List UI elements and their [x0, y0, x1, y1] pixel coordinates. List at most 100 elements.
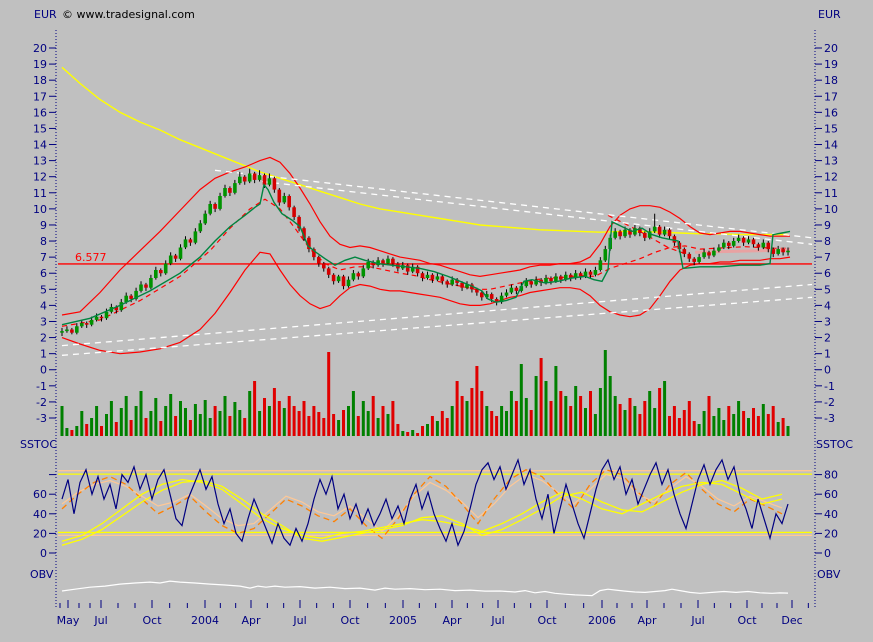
- candle-body: [233, 183, 237, 193]
- volume-bar: [529, 410, 533, 436]
- candle-body: [208, 204, 212, 214]
- candle-body: [386, 258, 390, 264]
- price-tick-label-right: -1: [824, 380, 835, 393]
- volume-bar: [337, 420, 341, 436]
- volume-bar: [554, 366, 558, 436]
- volume-bar: [490, 411, 494, 436]
- volume-bar: [648, 391, 652, 436]
- candle-body: [336, 276, 341, 282]
- candle-body: [356, 273, 361, 277]
- volume-bar: [188, 420, 192, 436]
- volume-bar: [653, 408, 657, 436]
- volume-bar: [356, 416, 360, 436]
- volume-bar: [174, 416, 178, 436]
- candle-body: [756, 244, 761, 248]
- volume-bar: [376, 418, 380, 436]
- price-tick-label-left: 12: [33, 171, 47, 184]
- white-trendline: [61, 296, 813, 356]
- price-tick-label-right: 7: [824, 251, 831, 264]
- volume-bar: [692, 421, 696, 436]
- sstoc-tick-label-right: 80: [824, 469, 838, 482]
- candle-body: [460, 282, 464, 288]
- volume-bar: [386, 414, 390, 436]
- candle-body: [139, 284, 143, 291]
- price-tick-label-right: 15: [824, 122, 838, 135]
- price-tick-label-right: 8: [824, 235, 831, 248]
- x-axis-label: Oct: [737, 614, 757, 627]
- candle-body: [504, 292, 509, 296]
- candle-body: [257, 175, 262, 180]
- candle-body: [326, 268, 331, 275]
- price-tick-label-left: -3: [36, 412, 47, 425]
- volume-bar: [430, 416, 434, 436]
- candle-body: [667, 229, 672, 237]
- price-tick-label-left: 6: [40, 267, 47, 280]
- volume-bar: [445, 418, 449, 436]
- volume-bar: [347, 406, 350, 436]
- price-tick-label-right: 9: [824, 219, 831, 232]
- volume-bar: [184, 408, 187, 436]
- volume-bar: [396, 424, 400, 436]
- volume-bar: [603, 350, 607, 436]
- candle-body: [741, 237, 746, 243]
- price-tick-label-right: 2: [824, 332, 831, 345]
- volume-bar: [672, 406, 676, 436]
- volume-bar: [322, 418, 326, 436]
- candle-body: [144, 284, 148, 288]
- yellow-ma-line: [61, 66, 788, 236]
- candle-body: [707, 252, 711, 256]
- volume-bar: [786, 426, 790, 436]
- candle-body: [776, 249, 780, 254]
- volume-bar: [327, 352, 331, 436]
- candle-body: [198, 223, 203, 232]
- volume-bar: [426, 424, 429, 436]
- volume-bar: [139, 391, 143, 436]
- candle-body: [252, 173, 257, 180]
- volume-bar: [233, 402, 237, 436]
- candle-body: [381, 260, 385, 264]
- price-tick-label-left: -1: [36, 380, 47, 393]
- volume-bar: [727, 406, 731, 436]
- price-tick-label-left: 11: [33, 187, 47, 200]
- candle-body: [727, 242, 731, 246]
- price-tick-label-right: 20: [824, 42, 838, 55]
- tradesignal-chart-window: { "header": { "copyright": "© www.trades…: [0, 0, 873, 642]
- volume-bar: [129, 420, 133, 436]
- candle-body: [65, 329, 69, 332]
- volume-bar: [282, 408, 286, 436]
- volume-bar: [253, 381, 257, 436]
- volume-bar: [480, 391, 484, 436]
- price-tick-label-left: 9: [40, 219, 47, 232]
- volume-bar: [307, 416, 311, 436]
- candle-body: [287, 196, 291, 208]
- x-axis-label: 2006: [588, 614, 616, 627]
- price-tick-label-right: 0: [824, 364, 831, 377]
- volume-bar: [747, 418, 750, 436]
- price-tick-label-left: 18: [33, 74, 47, 87]
- candle-body: [761, 242, 766, 248]
- candle-body: [430, 274, 435, 280]
- green-ma-line: [61, 183, 791, 326]
- volume-bar: [687, 401, 691, 436]
- volume-bar: [509, 391, 513, 436]
- price-tick-label-left: 4: [40, 299, 47, 312]
- candle-body: [549, 278, 553, 282]
- obv-line: [61, 580, 789, 597]
- volume-bar: [317, 412, 321, 436]
- volume-bar: [258, 411, 262, 436]
- volume-bar: [70, 430, 74, 436]
- candle-body: [341, 276, 346, 287]
- sstoc-tick-label-left: 0: [40, 547, 47, 560]
- price-tick-label-right: 10: [824, 203, 838, 216]
- price-chart-svg[interactable]: 20 2019 1918 1817 1716 1615 1514 1413 1312 1211 11…: [0, 0, 873, 642]
- volume-bar: [134, 406, 138, 436]
- candle-body: [643, 233, 647, 238]
- candle-body: [559, 276, 563, 280]
- price-tick-label-left: 7: [40, 251, 47, 264]
- candle-body: [712, 250, 716, 256]
- candle-body: [173, 255, 178, 259]
- x-axis-label: Apr: [241, 614, 261, 627]
- volume-bar: [342, 410, 345, 436]
- volume-bar: [717, 408, 721, 436]
- candle-body: [213, 204, 217, 209]
